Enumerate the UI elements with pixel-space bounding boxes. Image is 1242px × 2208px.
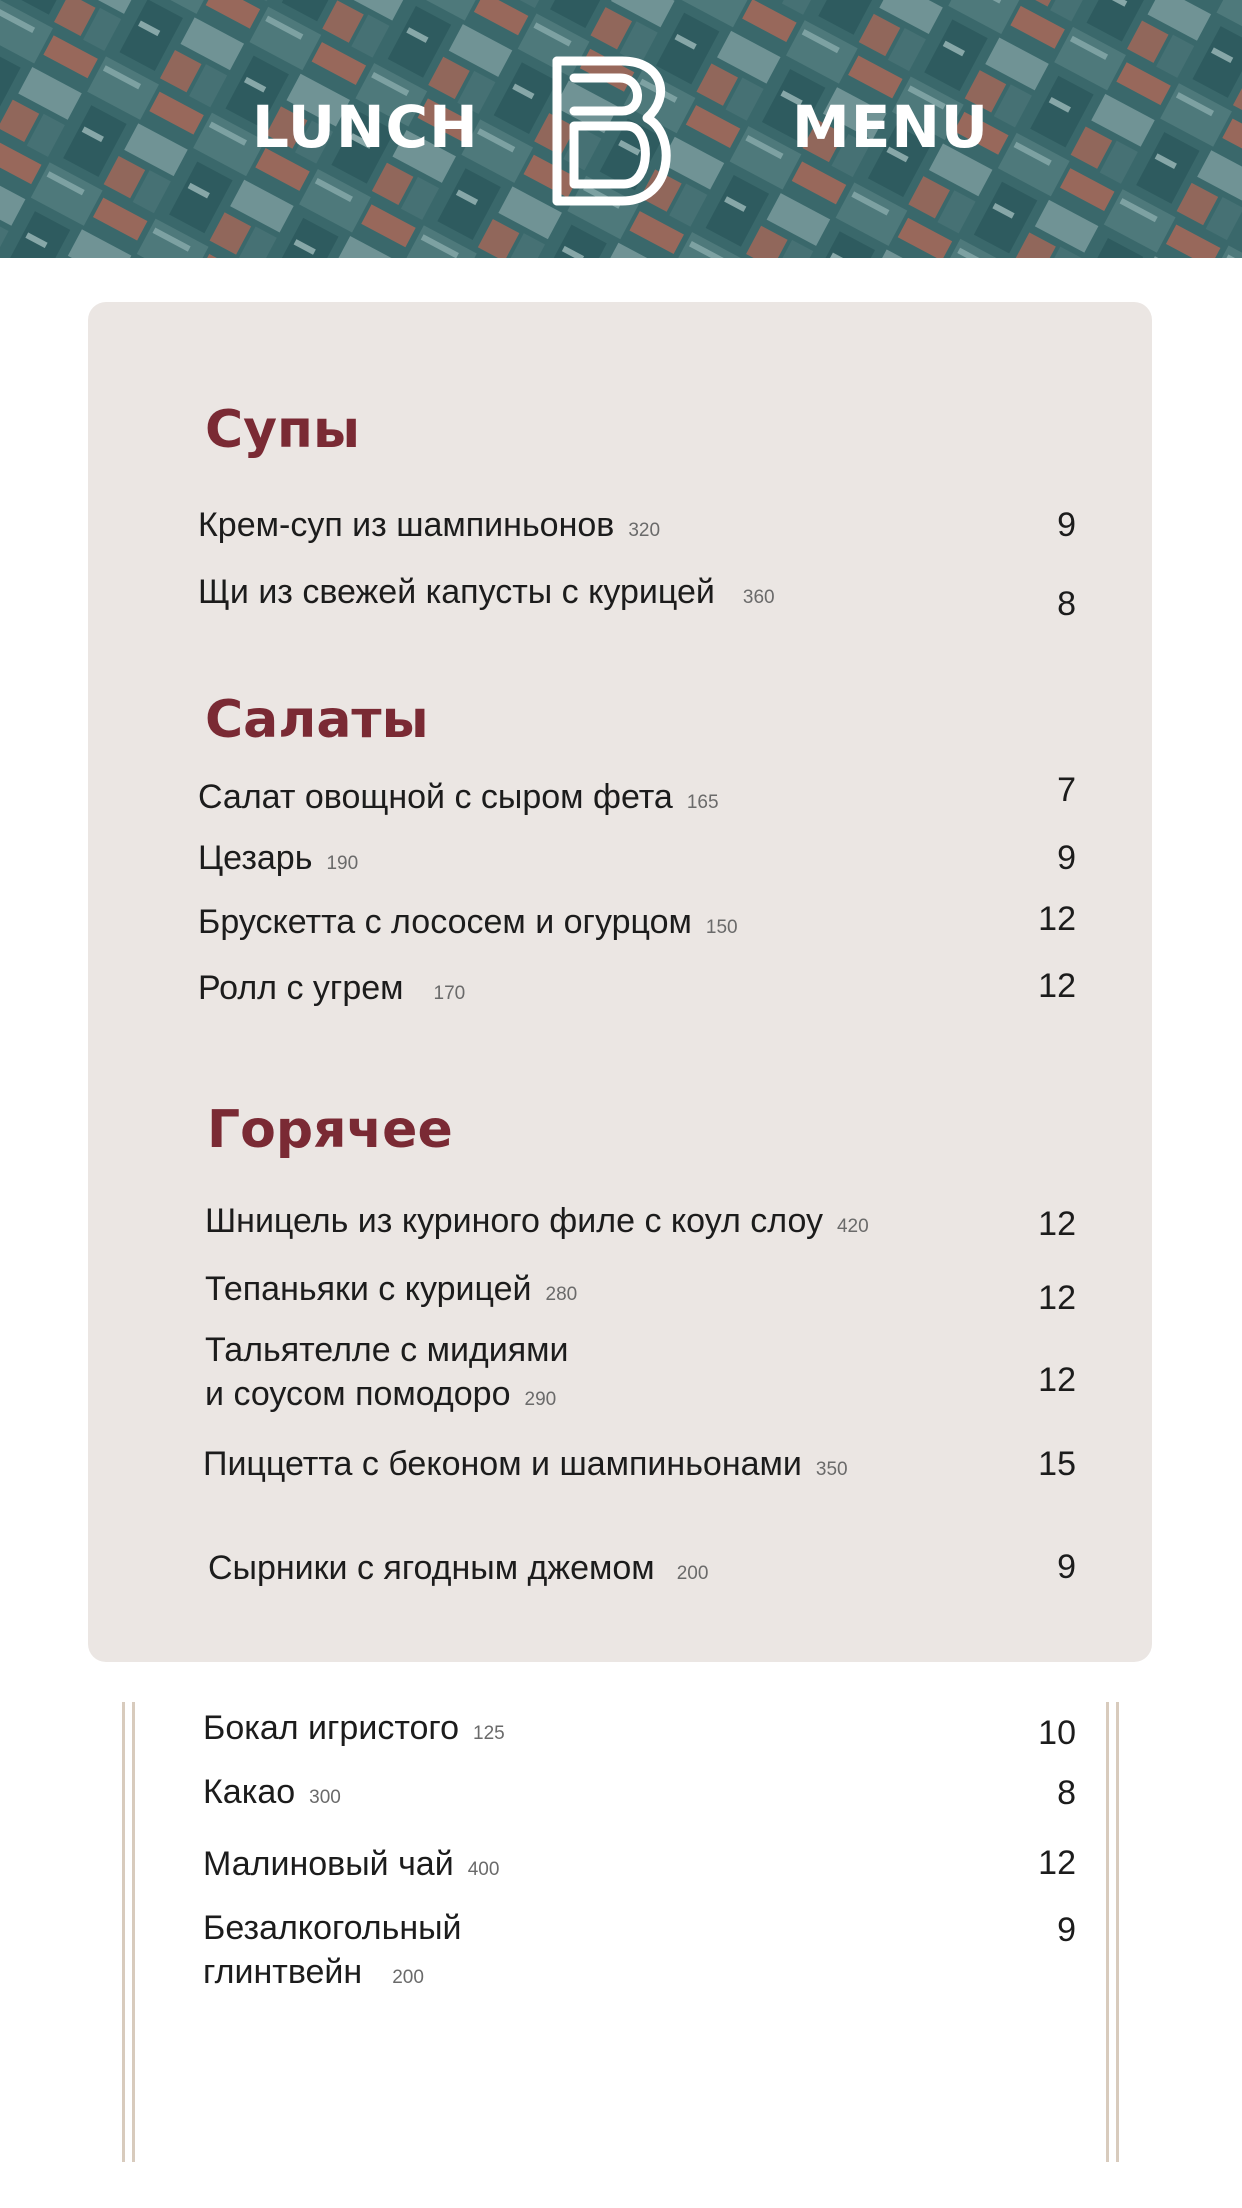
drink-item: Бокал игристого 125 xyxy=(203,1706,505,1756)
item-name-line2: глинтвейн xyxy=(203,1953,363,1991)
menu-item: Пиццетта с беконом и шампиньонами 350 xyxy=(203,1442,848,1492)
item-weight: 320 xyxy=(628,520,661,541)
item-weight: 150 xyxy=(705,917,738,938)
item-name: Салат овощной с сыром фета xyxy=(198,778,673,816)
item-name-line2: и соусом помодоро xyxy=(205,1375,511,1413)
menu-item: Цезарь 190 xyxy=(198,836,358,886)
item-price: 9 xyxy=(1057,1911,1076,1949)
item-price: 9 xyxy=(1057,839,1076,877)
item-price: 12 xyxy=(1038,1844,1076,1882)
item-weight: 170 xyxy=(433,983,466,1004)
item-weight: 280 xyxy=(545,1284,578,1305)
item-price: 7 xyxy=(1057,771,1076,809)
item-weight: 300 xyxy=(309,1787,341,1808)
item-price: 15 xyxy=(1038,1445,1076,1483)
menu-item: Брускетта с лососем и огурцом 150 xyxy=(198,900,738,950)
item-price: 8 xyxy=(1057,1774,1076,1812)
item-weight: 290 xyxy=(524,1389,557,1410)
item-weight: 360 xyxy=(742,587,775,608)
drink-item: Малиновый чай 400 xyxy=(203,1842,499,1892)
item-weight: 400 xyxy=(467,1859,500,1880)
menu-item: Тальятелле с мидиями и соусом помодоро 29… xyxy=(205,1328,569,1422)
item-price: 9 xyxy=(1057,1548,1076,1586)
item-weight: 200 xyxy=(676,1563,709,1584)
item-weight: 190 xyxy=(326,853,359,874)
item-name-line1: Безалкогольный xyxy=(203,1909,462,1947)
item-price: 12 xyxy=(1038,1361,1076,1399)
menu-item: Щи из свежей капусты с курицей 360 xyxy=(198,570,775,620)
section-title-soups: Супы xyxy=(205,400,361,460)
header-menu-word: MENU xyxy=(792,93,989,161)
item-name: Брускетта с лососем и огурцом xyxy=(198,903,692,941)
item-weight: 165 xyxy=(686,792,719,813)
item-name-line1: Тальятелле с мидиями xyxy=(205,1331,569,1369)
item-price: 10 xyxy=(1038,1714,1076,1752)
item-weight: 125 xyxy=(473,1723,505,1744)
item-price: 12 xyxy=(1038,1205,1076,1243)
section-title-salads: Салаты xyxy=(205,690,429,750)
item-name: Щи из свежей капусты с курицей xyxy=(198,573,715,611)
drinks-border-right-inner xyxy=(1106,1702,1109,2162)
item-weight: 420 xyxy=(836,1216,869,1237)
item-name: Пиццетта с беконом и шампиньонами xyxy=(203,1445,802,1483)
item-price: 12 xyxy=(1038,1279,1076,1317)
item-name: Сырники с ягодным джемом xyxy=(208,1549,655,1587)
drink-item: Какао 300 xyxy=(203,1770,341,1820)
menu-item: Сырники с ягодным джемом 200 xyxy=(208,1546,708,1596)
item-price: 12 xyxy=(1038,967,1076,1005)
drink-item: Безалкогольный глинтвейн 200 xyxy=(203,1906,462,2000)
header-lunch-word: LUNCH xyxy=(252,93,479,161)
header-banner: LUNCH MENU xyxy=(0,0,1242,258)
item-name: Шницель из куриного филе с коул слоу xyxy=(205,1202,823,1240)
item-weight: 350 xyxy=(815,1459,848,1480)
item-price: 12 xyxy=(1038,900,1076,938)
menu-item: Крем-суп из шампиньонов 320 xyxy=(198,503,660,553)
item-name: Цезарь xyxy=(198,839,313,877)
menu-item: Салат овощной с сыром фета 165 xyxy=(198,775,719,825)
menu-item: Шницель из куриного филе с коул слоу 420 xyxy=(205,1199,869,1249)
item-name: Бокал игристого xyxy=(203,1709,459,1747)
item-weight: 200 xyxy=(392,1967,424,1988)
item-price: 9 xyxy=(1057,506,1076,544)
item-name: Какао xyxy=(203,1773,296,1811)
menu-item: Тепаньяки с курицей 280 xyxy=(205,1267,577,1317)
item-price: 8 xyxy=(1057,585,1076,623)
drinks-border-left-outer xyxy=(122,1702,125,2162)
section-title-hot: Горячее xyxy=(207,1100,453,1160)
drinks-border-left-inner xyxy=(132,1702,135,2162)
drinks-border-right-outer xyxy=(1116,1702,1119,2162)
menu-item: Ролл с угрем 170 xyxy=(198,966,465,1016)
item-name: Ролл с угрем xyxy=(198,969,404,1007)
item-name: Малиновый чай xyxy=(203,1845,454,1883)
item-name: Тепаньяки с курицей xyxy=(205,1270,532,1308)
b-monogram-logo-icon xyxy=(552,56,671,206)
item-name: Крем-суп из шампиньонов xyxy=(198,506,615,544)
